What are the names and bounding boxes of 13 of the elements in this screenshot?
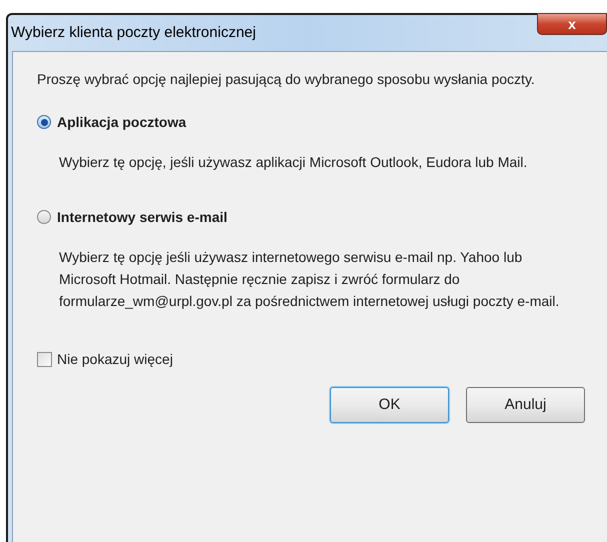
- window-title: Wybierz klienta poczty elektronicznej: [10, 23, 256, 43]
- option-description: Wybierz tę opcję, jeśli używasz aplikacji Microsoft Outlook, Eudora lub Mail.: [59, 153, 528, 172]
- intro-text: Proszę wybrać opcję najlepiej pasującą do wybranego sposobu wysłania poczty.: [37, 70, 536, 89]
- radio-button[interactable]: [37, 210, 51, 224]
- checkbox-label[interactable]: Nie pokazuj więcej: [57, 348, 173, 370]
- radio-label[interactable]: Internetowy serwis e-mail: [57, 206, 228, 228]
- checkbox[interactable]: [37, 352, 52, 366]
- cancel-button[interactable]: Anuluj: [466, 387, 585, 423]
- option-description: Wybierz tę opcję jeśli używasz internetowego serwisu e-mail np. Yahoo lub Microsoft Hotmail. Następnie ręcznie zapisz i zwróć formularz do formularze_wm@urpl.gov.pl za pośrednictwem internetowej usługi poczty e-mail.: [59, 248, 560, 311]
- radio-label[interactable]: Aplikacja pocztowa: [57, 111, 186, 133]
- ok-button[interactable]: OK: [330, 387, 449, 423]
- close-button[interactable]: x: [537, 13, 607, 35]
- radio-button[interactable]: [37, 115, 51, 129]
